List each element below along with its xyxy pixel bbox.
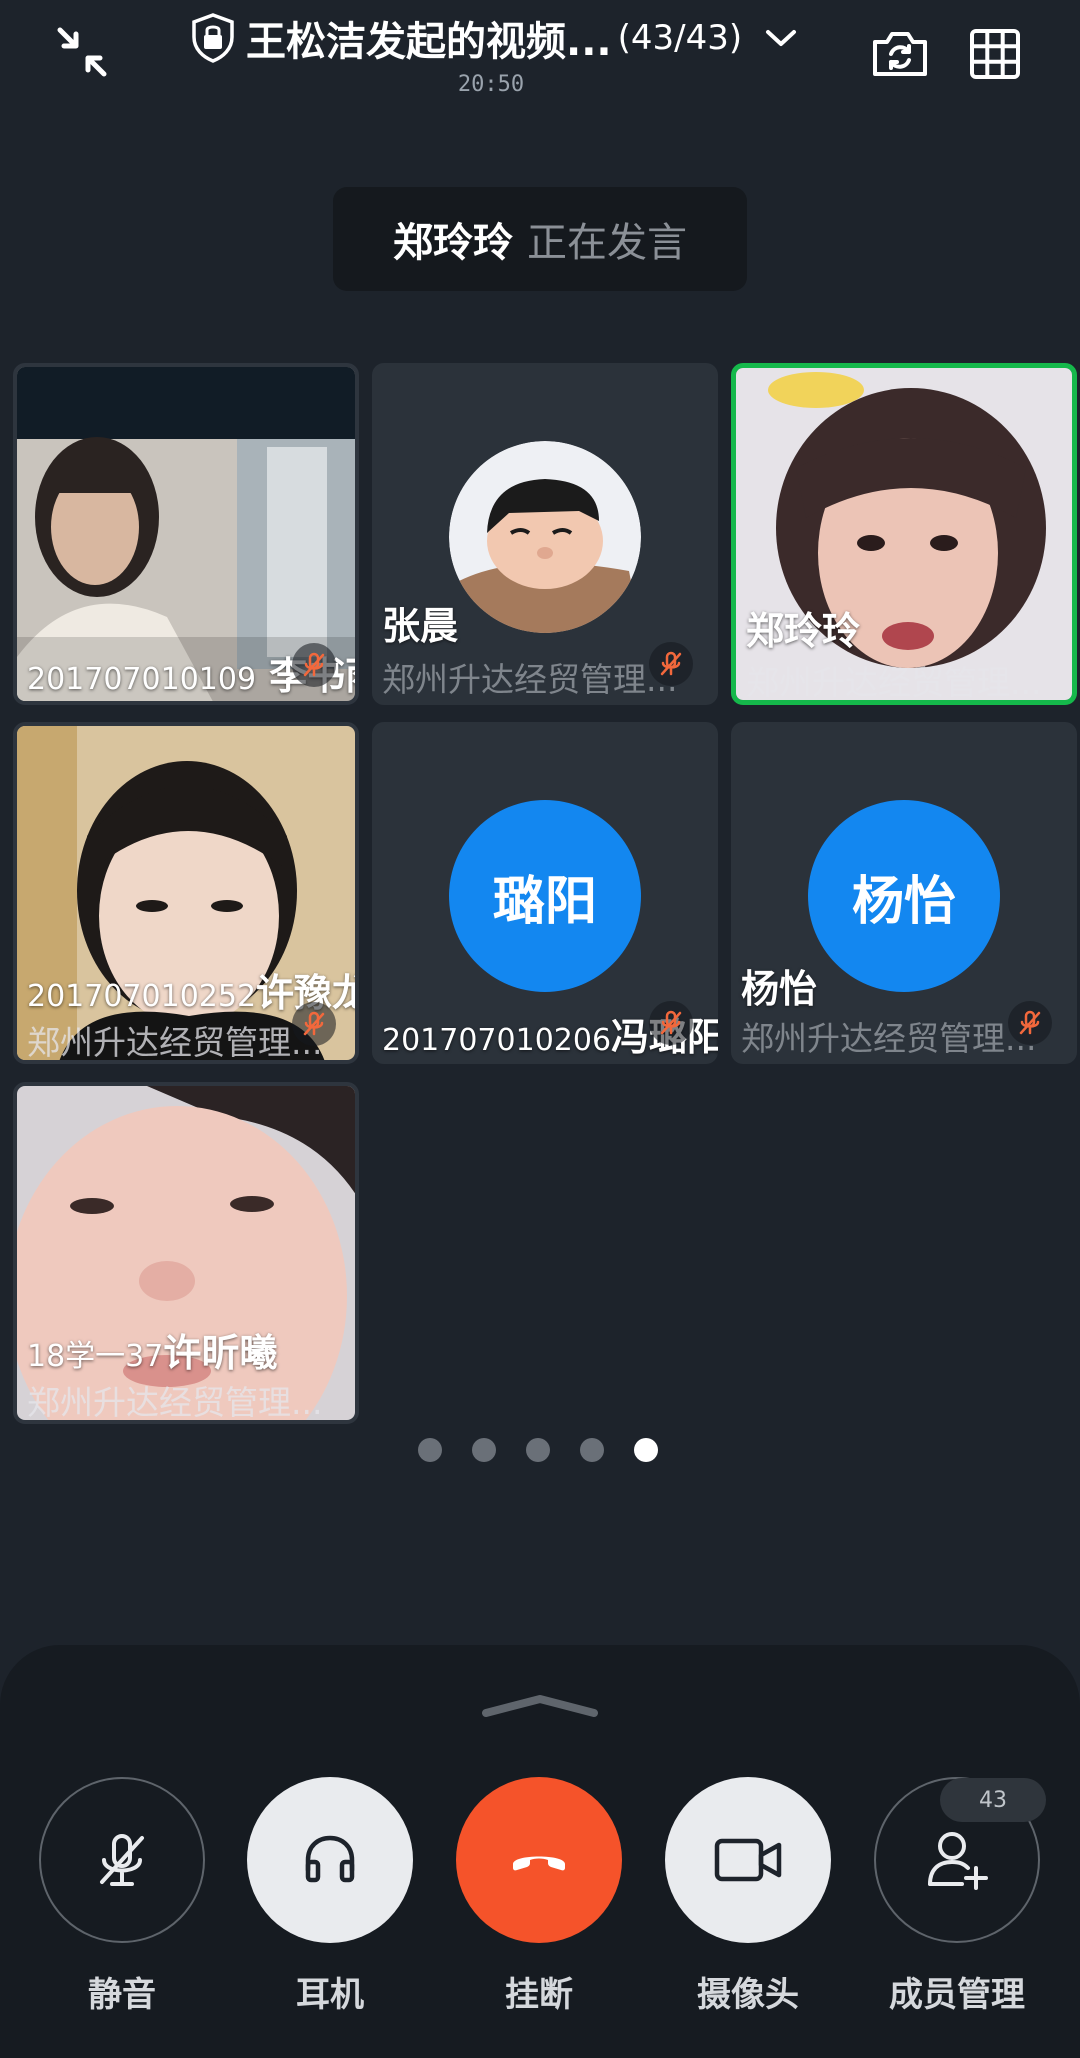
mute-label: 静音 <box>88 1975 156 2015</box>
participant-name: 张晨 <box>382 604 459 648</box>
hang-up-icon <box>456 1777 622 1943</box>
participant-id: 201707010252 <box>27 979 257 1014</box>
participant-count: (43/43) <box>617 18 743 58</box>
member-count-badge: 43 <box>940 1778 1046 1822</box>
call-controls-panel: 静音 耳机 挂断 摄像头 成员管理 43 <box>0 1645 1080 2058</box>
grid-layout-icon[interactable] <box>967 26 1023 82</box>
lock-shield-icon <box>190 13 236 63</box>
participant-org: 郑州升达经贸管理... <box>27 1383 323 1422</box>
mic-muted-icon <box>292 1002 336 1046</box>
top-bar: 王松洁发起的视频... (43/43) 20:50 <box>0 0 1080 110</box>
mic-muted-icon <box>292 643 336 687</box>
hang-up-label: 挂断 <box>505 1975 573 2015</box>
participant-name: 18学一37许昕曦 <box>27 1322 277 1377</box>
call-time: 20:50 <box>457 72 525 97</box>
participant-id: 201707010206 <box>382 1023 612 1058</box>
expand-handle-icon[interactable] <box>480 1691 600 1721</box>
participant-tile[interactable]: 201707010252许豫龙 郑州升达经贸管理... <box>13 722 359 1064</box>
page-dot[interactable] <box>472 1438 496 1462</box>
mute-button[interactable]: 静音 <box>27 1777 217 2016</box>
avatar: 杨怡 <box>808 800 1000 992</box>
participant-name: 郑玲玲 <box>746 609 861 653</box>
avatar: 璐阳 <box>449 800 641 992</box>
mic-muted-icon <box>649 1001 693 1045</box>
page-dot[interactable] <box>418 1438 442 1462</box>
mic-muted-icon <box>1008 1001 1052 1045</box>
active-speaker-name: 郑玲玲 <box>393 220 513 266</box>
participant-tile[interactable]: 璐阳 201707010206冯璐阳 <box>372 722 718 1064</box>
camera-button[interactable]: 摄像头 <box>653 1777 843 2016</box>
headphones-label: 耳机 <box>296 1975 364 2015</box>
switch-camera-icon[interactable] <box>870 26 930 82</box>
participant-name: 杨怡 <box>741 967 818 1011</box>
participant-tile[interactable]: 18学一37许昕曦 郑州升达经贸管理... <box>13 1082 359 1424</box>
camera-label: 摄像头 <box>697 1975 799 2015</box>
page-dot[interactable] <box>580 1438 604 1462</box>
active-speaker-banner: 郑玲玲 正在发言 <box>333 187 747 291</box>
hang-up-button[interactable]: 挂断 <box>444 1777 634 2016</box>
avatar <box>449 441 641 633</box>
headphones-button[interactable]: 耳机 <box>235 1777 425 2016</box>
participant-display-name: 许昕曦 <box>163 1331 278 1375</box>
chevron-down-icon[interactable] <box>764 26 798 50</box>
member-management-label: 成员管理 <box>889 1975 1025 2015</box>
participant-tile[interactable]: 201707010109 李书雨 <box>13 363 359 705</box>
page-indicator <box>418 1438 658 1462</box>
page-dot-current[interactable] <box>634 1438 658 1462</box>
participant-id: 18学一37 <box>27 1339 164 1374</box>
page-dot[interactable] <box>526 1438 550 1462</box>
active-speaker-status: 正在发言 <box>527 220 687 266</box>
participant-tile-active-speaker[interactable]: 郑玲玲 郑州升达经贸管理... <box>731 363 1077 705</box>
meeting-title: 王松洁发起的视频... <box>246 19 612 65</box>
camera-icon <box>665 1777 831 1943</box>
mic-muted-icon <box>649 642 693 686</box>
participant-org: 郑州升达经贸管理... <box>746 663 1042 702</box>
headphones-icon <box>247 1777 413 1943</box>
participant-tile[interactable]: 杨怡 杨怡 郑州升达经贸管理... <box>731 722 1077 1064</box>
participant-id: 201707010109 <box>27 662 257 697</box>
mic-off-icon <box>39 1777 205 1943</box>
participant-tile[interactable]: 张晨 郑州升达经贸管理... <box>372 363 718 705</box>
meeting-title-bar[interactable]: 王松洁发起的视频... (43/43) <box>190 8 810 68</box>
